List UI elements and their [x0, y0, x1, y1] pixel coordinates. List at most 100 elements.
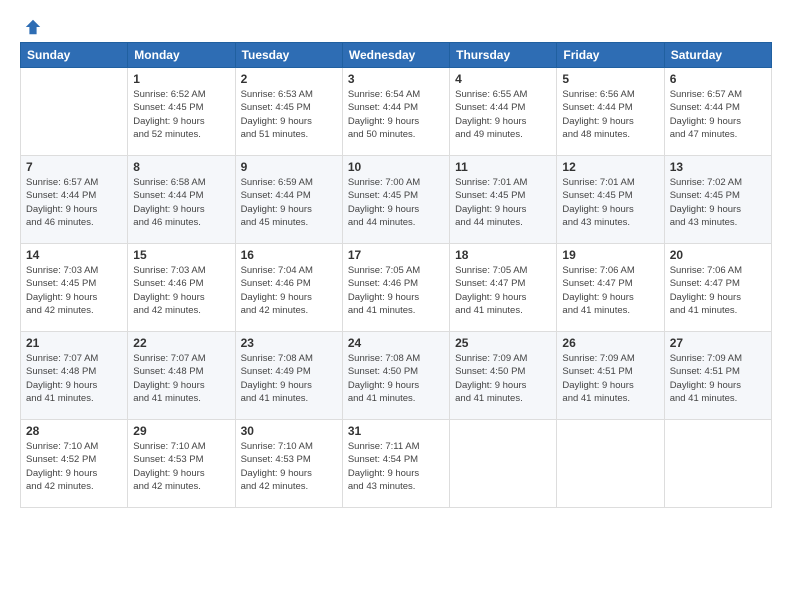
day-info: Sunrise: 6:57 AMSunset: 4:44 PMDaylight:… [26, 176, 122, 229]
header [20, 18, 772, 32]
day-number: 10 [348, 160, 444, 174]
day-info: Sunrise: 7:11 AMSunset: 4:54 PMDaylight:… [348, 440, 444, 493]
calendar-header-sunday: Sunday [21, 43, 128, 68]
day-number: 11 [455, 160, 551, 174]
week-row-2: 7 Sunrise: 6:57 AMSunset: 4:44 PMDaylight… [21, 156, 772, 244]
logo [20, 18, 42, 32]
day-number: 12 [562, 160, 658, 174]
day-number: 1 [133, 72, 229, 86]
day-info: Sunrise: 7:09 AMSunset: 4:50 PMDaylight:… [455, 352, 551, 405]
day-info: Sunrise: 7:01 AMSunset: 4:45 PMDaylight:… [455, 176, 551, 229]
calendar-cell: 13 Sunrise: 7:02 AMSunset: 4:45 PMDayligh… [664, 156, 771, 244]
logo-icon [24, 18, 42, 36]
week-row-4: 21Sunrise: 7:07 AMSunset: 4:48 PMDayligh… [21, 332, 772, 420]
day-info: Sunrise: 6:57 AMSunset: 4:44 PMDaylight:… [670, 88, 766, 141]
week-row-1: 1 Sunrise: 6:52 AMSunset: 4:45 PMDaylight… [21, 68, 772, 156]
calendar-cell: 6 Sunrise: 6:57 AMSunset: 4:44 PMDaylight… [664, 68, 771, 156]
day-number: 18 [455, 248, 551, 262]
day-number: 31 [348, 424, 444, 438]
day-number: 2 [241, 72, 337, 86]
day-info: Sunrise: 7:10 AMSunset: 4:52 PMDaylight:… [26, 440, 122, 493]
day-info: Sunrise: 7:05 AMSunset: 4:46 PMDaylight:… [348, 264, 444, 317]
calendar-cell: 27 Sunrise: 7:09 AMSunset: 4:51 PMDayligh… [664, 332, 771, 420]
calendar-header-wednesday: Wednesday [342, 43, 449, 68]
day-info: Sunrise: 7:09 AMSunset: 4:51 PMDaylight:… [562, 352, 658, 405]
week-row-3: 14 Sunrise: 7:03 AMSunset: 4:45 PMDayligh… [21, 244, 772, 332]
calendar-cell: 26 Sunrise: 7:09 AMSunset: 4:51 PMDayligh… [557, 332, 664, 420]
calendar-cell: 5Sunrise: 6:56 AMSunset: 4:44 PMDaylight… [557, 68, 664, 156]
calendar-cell: 22Sunrise: 7:07 AMSunset: 4:48 PMDayligh… [128, 332, 235, 420]
calendar-cell: 21Sunrise: 7:07 AMSunset: 4:48 PMDayligh… [21, 332, 128, 420]
calendar-cell: 31 Sunrise: 7:11 AMSunset: 4:54 PMDayligh… [342, 420, 449, 508]
calendar-cell: 15Sunrise: 7:03 AMSunset: 4:46 PMDayligh… [128, 244, 235, 332]
day-info: Sunrise: 7:04 AMSunset: 4:46 PMDaylight:… [241, 264, 337, 317]
day-number: 5 [562, 72, 658, 86]
calendar-cell: 8 Sunrise: 6:58 AMSunset: 4:44 PMDaylight… [128, 156, 235, 244]
day-info: Sunrise: 6:58 AMSunset: 4:44 PMDaylight:… [133, 176, 229, 229]
calendar-cell: 9 Sunrise: 6:59 AMSunset: 4:44 PMDaylight… [235, 156, 342, 244]
week-row-5: 28 Sunrise: 7:10 AMSunset: 4:52 PMDayligh… [21, 420, 772, 508]
calendar-cell: 24 Sunrise: 7:08 AMSunset: 4:50 PMDayligh… [342, 332, 449, 420]
day-info: Sunrise: 7:09 AMSunset: 4:51 PMDaylight:… [670, 352, 766, 405]
day-number: 25 [455, 336, 551, 350]
day-number: 6 [670, 72, 766, 86]
calendar-cell: 19 Sunrise: 7:06 AMSunset: 4:47 PMDayligh… [557, 244, 664, 332]
calendar-cell: 14 Sunrise: 7:03 AMSunset: 4:45 PMDayligh… [21, 244, 128, 332]
day-info: Sunrise: 7:06 AMSunset: 4:47 PMDaylight:… [562, 264, 658, 317]
calendar: SundayMondayTuesdayWednesdayThursdayFrid… [20, 42, 772, 508]
calendar-cell [21, 68, 128, 156]
calendar-header-monday: Monday [128, 43, 235, 68]
day-info: Sunrise: 6:54 AMSunset: 4:44 PMDaylight:… [348, 88, 444, 141]
calendar-cell [450, 420, 557, 508]
day-number: 28 [26, 424, 122, 438]
day-number: 22 [133, 336, 229, 350]
day-info: Sunrise: 7:06 AMSunset: 4:47 PMDaylight:… [670, 264, 766, 317]
calendar-cell: 30Sunrise: 7:10 AMSunset: 4:53 PMDayligh… [235, 420, 342, 508]
day-info: Sunrise: 7:08 AMSunset: 4:49 PMDaylight:… [241, 352, 337, 405]
day-number: 24 [348, 336, 444, 350]
day-number: 4 [455, 72, 551, 86]
calendar-cell: 1 Sunrise: 6:52 AMSunset: 4:45 PMDaylight… [128, 68, 235, 156]
calendar-cell: 17 Sunrise: 7:05 AMSunset: 4:46 PMDayligh… [342, 244, 449, 332]
day-info: Sunrise: 6:52 AMSunset: 4:45 PMDaylight:… [133, 88, 229, 141]
day-number: 29 [133, 424, 229, 438]
calendar-cell: 28 Sunrise: 7:10 AMSunset: 4:52 PMDayligh… [21, 420, 128, 508]
day-number: 16 [241, 248, 337, 262]
calendar-cell: 23 Sunrise: 7:08 AMSunset: 4:49 PMDayligh… [235, 332, 342, 420]
day-number: 27 [670, 336, 766, 350]
calendar-cell [557, 420, 664, 508]
day-number: 9 [241, 160, 337, 174]
day-info: Sunrise: 7:03 AMSunset: 4:45 PMDaylight:… [26, 264, 122, 317]
calendar-header-saturday: Saturday [664, 43, 771, 68]
day-number: 19 [562, 248, 658, 262]
day-number: 3 [348, 72, 444, 86]
day-info: Sunrise: 7:00 AMSunset: 4:45 PMDaylight:… [348, 176, 444, 229]
day-number: 21 [26, 336, 122, 350]
calendar-cell: 2 Sunrise: 6:53 AMSunset: 4:45 PMDaylight… [235, 68, 342, 156]
calendar-cell: 4 Sunrise: 6:55 AMSunset: 4:44 PMDaylight… [450, 68, 557, 156]
day-number: 13 [670, 160, 766, 174]
day-number: 17 [348, 248, 444, 262]
day-info: Sunrise: 7:05 AMSunset: 4:47 PMDaylight:… [455, 264, 551, 317]
calendar-cell: 10 Sunrise: 7:00 AMSunset: 4:45 PMDayligh… [342, 156, 449, 244]
day-number: 23 [241, 336, 337, 350]
day-info: Sunrise: 6:53 AMSunset: 4:45 PMDaylight:… [241, 88, 337, 141]
day-info: Sunrise: 6:55 AMSunset: 4:44 PMDaylight:… [455, 88, 551, 141]
calendar-cell: 11 Sunrise: 7:01 AMSunset: 4:45 PMDayligh… [450, 156, 557, 244]
day-info: Sunrise: 7:08 AMSunset: 4:50 PMDaylight:… [348, 352, 444, 405]
calendar-cell: 3 Sunrise: 6:54 AMSunset: 4:44 PMDaylight… [342, 68, 449, 156]
page: SundayMondayTuesdayWednesdayThursdayFrid… [0, 0, 792, 612]
calendar-cell: 25 Sunrise: 7:09 AMSunset: 4:50 PMDayligh… [450, 332, 557, 420]
calendar-cell [664, 420, 771, 508]
calendar-cell: 20Sunrise: 7:06 AMSunset: 4:47 PMDayligh… [664, 244, 771, 332]
day-number: 26 [562, 336, 658, 350]
day-info: Sunrise: 7:02 AMSunset: 4:45 PMDaylight:… [670, 176, 766, 229]
day-info: Sunrise: 7:03 AMSunset: 4:46 PMDaylight:… [133, 264, 229, 317]
calendar-cell: 7 Sunrise: 6:57 AMSunset: 4:44 PMDaylight… [21, 156, 128, 244]
day-info: Sunrise: 7:01 AMSunset: 4:45 PMDaylight:… [562, 176, 658, 229]
day-number: 7 [26, 160, 122, 174]
day-number: 14 [26, 248, 122, 262]
day-number: 8 [133, 160, 229, 174]
calendar-header-friday: Friday [557, 43, 664, 68]
day-info: Sunrise: 6:59 AMSunset: 4:44 PMDaylight:… [241, 176, 337, 229]
